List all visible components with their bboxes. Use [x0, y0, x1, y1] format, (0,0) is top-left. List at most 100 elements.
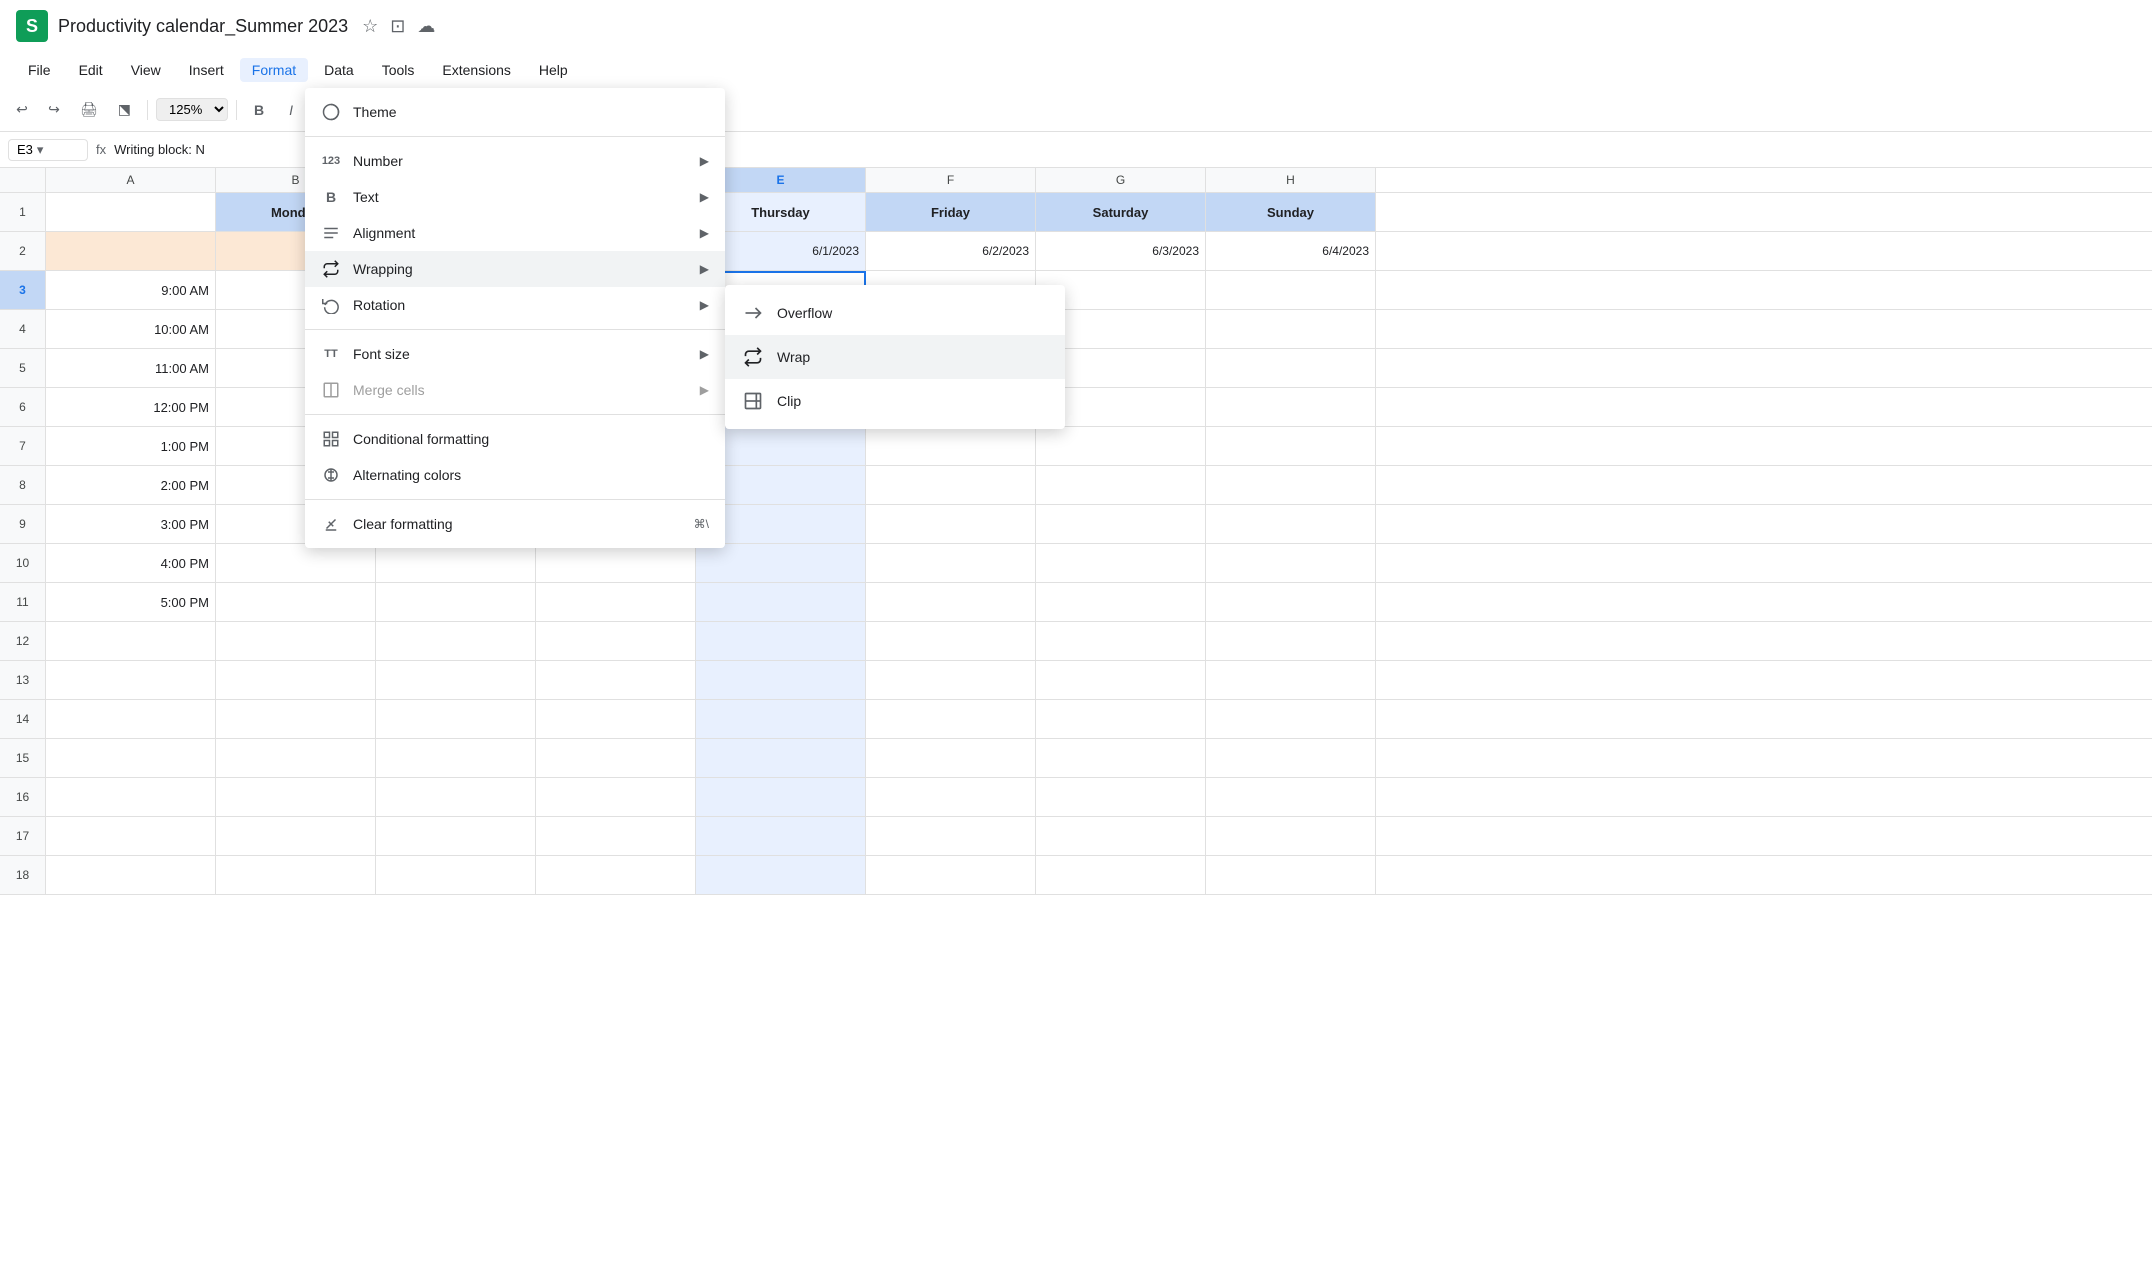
- cell-a9[interactable]: 3:00 PM: [46, 505, 216, 543]
- cell-g2[interactable]: 6/3/2023: [1036, 232, 1206, 270]
- rotation-label: Rotation: [353, 297, 688, 313]
- cell-a7[interactable]: 1:00 PM: [46, 427, 216, 465]
- wrap-option-wrap[interactable]: Wrap: [725, 335, 1065, 379]
- cell-a6[interactable]: 12:00 PM: [46, 388, 216, 426]
- cell-a5[interactable]: 11:00 AM: [46, 349, 216, 387]
- wrapping-submenu: Overflow Wrap Clip: [725, 285, 1065, 429]
- cell-a3[interactable]: 9:00 AM: [46, 271, 216, 309]
- row-num-3: 3: [0, 271, 46, 309]
- table-row: 12: [0, 622, 2152, 661]
- menu-help[interactable]: Help: [527, 58, 580, 82]
- table-row: 15: [0, 739, 2152, 778]
- table-row: 18: [0, 856, 2152, 895]
- cell-f2[interactable]: 6/2/2023: [866, 232, 1036, 270]
- toolbar-divider-2: [236, 100, 237, 120]
- menu-option-alternating[interactable]: Alternating colors: [305, 457, 725, 493]
- merge-cells-arrow: ▶: [700, 383, 709, 397]
- menu-tools[interactable]: Tools: [370, 58, 427, 82]
- wrapping-icon: [321, 259, 341, 279]
- menu-option-wrapping[interactable]: Wrapping ▶: [305, 251, 725, 287]
- menu-edit[interactable]: Edit: [67, 58, 115, 82]
- table-row: 13: [0, 661, 2152, 700]
- menu-option-alignment[interactable]: Alignment ▶: [305, 215, 725, 251]
- document-title[interactable]: Productivity calendar_Summer 2023: [58, 16, 348, 37]
- row-num-4: 4: [0, 310, 46, 348]
- bold-button[interactable]: B: [245, 96, 273, 124]
- redo-button[interactable]: ↪: [40, 96, 68, 124]
- merge-cells-icon: [321, 380, 341, 400]
- col-header-g[interactable]: G: [1036, 168, 1206, 192]
- cell-g1[interactable]: Saturday: [1036, 193, 1206, 231]
- paint-format-button[interactable]: ⬔: [110, 96, 139, 124]
- wrap-option-overflow[interactable]: Overflow: [725, 291, 1065, 335]
- menu-divider-3: [305, 414, 725, 415]
- menu-divider-2: [305, 329, 725, 330]
- menu-option-font-size[interactable]: TT Font size ▶: [305, 336, 725, 372]
- number-icon: 123: [321, 151, 341, 171]
- clear-shortcut: ⌘\: [694, 517, 709, 531]
- menu-option-number[interactable]: 123 Number ▶: [305, 143, 725, 179]
- menu-view[interactable]: View: [119, 58, 173, 82]
- italic-button[interactable]: I: [277, 96, 305, 124]
- alignment-label: Alignment: [353, 225, 688, 241]
- undo-button[interactable]: ↩: [8, 96, 36, 124]
- menu-option-conditional[interactable]: Conditional formatting: [305, 421, 725, 457]
- clip-label: Clip: [777, 393, 801, 409]
- overflow-icon: [741, 301, 765, 325]
- font-size-icon: TT: [321, 344, 341, 364]
- cell-h1[interactable]: Sunday: [1206, 193, 1376, 231]
- alternating-label: Alternating colors: [353, 467, 709, 483]
- menu-option-theme[interactable]: Theme: [305, 94, 725, 130]
- folder-icon[interactable]: ⊡: [390, 16, 405, 37]
- cell-a10[interactable]: 4:00 PM: [46, 544, 216, 582]
- font-size-arrow: ▶: [700, 347, 709, 361]
- menu-option-text[interactable]: B Text ▶: [305, 179, 725, 215]
- number-label: Number: [353, 153, 688, 169]
- cloud-icon[interactable]: ☁: [417, 16, 435, 37]
- menu-insert[interactable]: Insert: [177, 58, 236, 82]
- menu-option-merge-cells: Merge cells ▶: [305, 372, 725, 408]
- rotation-arrow: ▶: [700, 298, 709, 312]
- text-label: Text: [353, 189, 688, 205]
- wrapping-arrow: ▶: [700, 262, 709, 276]
- rotation-icon: [321, 295, 341, 315]
- menu-format[interactable]: Format: [240, 58, 308, 82]
- table-row: 17: [0, 817, 2152, 856]
- col-header-f[interactable]: F: [866, 168, 1036, 192]
- menu-file[interactable]: File: [16, 58, 63, 82]
- cell-a4[interactable]: 10:00 AM: [46, 310, 216, 348]
- cell-h3[interactable]: [1206, 271, 1376, 309]
- wrap-icon: [741, 345, 765, 369]
- menu-data[interactable]: Data: [312, 58, 366, 82]
- wrapping-label: Wrapping: [353, 261, 688, 277]
- clear-label: Clear formatting: [353, 516, 682, 532]
- cell-reference[interactable]: E3 ▾: [8, 139, 88, 161]
- row-num-2: 2: [0, 232, 46, 270]
- merge-cells-label: Merge cells: [353, 382, 688, 398]
- cell-h2[interactable]: 6/4/2023: [1206, 232, 1376, 270]
- theme-label: Theme: [353, 104, 709, 120]
- cell-h4[interactable]: [1206, 310, 1376, 348]
- table-row: 16: [0, 778, 2152, 817]
- overflow-label: Overflow: [777, 305, 832, 321]
- menu-option-rotation[interactable]: Rotation ▶: [305, 287, 725, 323]
- col-header-h[interactable]: H: [1206, 168, 1376, 192]
- cell-a2[interactable]: [46, 232, 216, 270]
- format-menu: Theme 123 Number ▶ B Text ▶ Alignment ▶: [305, 88, 725, 548]
- print-button[interactable]: 🖨: [72, 96, 106, 124]
- text-arrow: ▶: [700, 190, 709, 204]
- app-logo: S: [16, 10, 48, 42]
- col-header-a[interactable]: A: [46, 168, 216, 192]
- menu-extensions[interactable]: Extensions: [430, 58, 522, 82]
- menu-divider-4: [305, 499, 725, 500]
- zoom-selector[interactable]: 125% 100% 75% 50%: [156, 98, 228, 121]
- menu-bar: File Edit View Insert Format Data Tools …: [0, 52, 2152, 88]
- cell-a8[interactable]: 2:00 PM: [46, 466, 216, 504]
- cell-f1[interactable]: Friday: [866, 193, 1036, 231]
- cell-a1[interactable]: [46, 193, 216, 231]
- alignment-arrow: ▶: [700, 226, 709, 240]
- wrap-option-clip[interactable]: Clip: [725, 379, 1065, 423]
- star-icon[interactable]: ☆: [362, 16, 378, 37]
- cell-a11[interactable]: 5:00 PM: [46, 583, 216, 621]
- menu-option-clear[interactable]: Clear formatting ⌘\: [305, 506, 725, 542]
